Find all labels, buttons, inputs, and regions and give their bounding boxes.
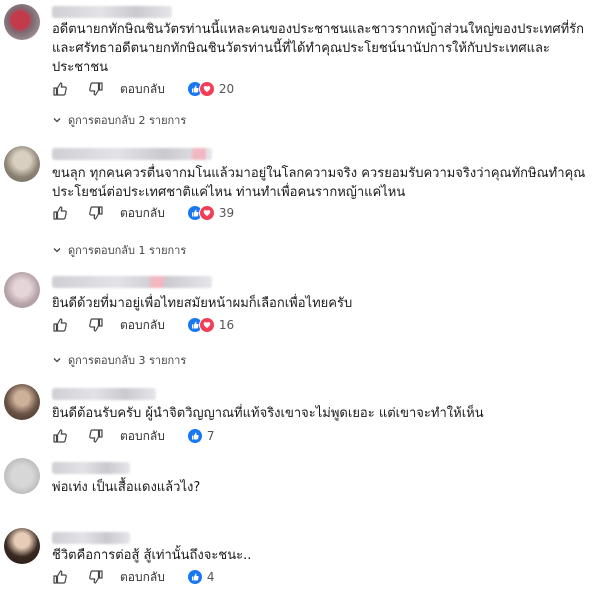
comment-text-line: และศรัทธาอดีตนายกทักษิณชินวัตรท่านนี้ที่…: [52, 41, 550, 56]
thumb-down-icon: [89, 318, 103, 332]
comment-text: พ่อเท่ง เป็นเสื้อแดงแล้วไง?: [52, 478, 592, 497]
reaction-summary[interactable]: 7: [186, 428, 215, 444]
love-reaction-icon: [198, 81, 215, 97]
thumb-up-icon: [53, 318, 67, 332]
avatar[interactable]: [4, 272, 40, 308]
comment-actions: ตอบกลับ 16: [50, 316, 234, 334]
reply-button[interactable]: ตอบกลับ: [120, 80, 165, 99]
comment-text-line: พ่อเท่ง เป็นเสื้อแดงแล้วไง?: [52, 480, 201, 495]
reaction-count: 16: [218, 318, 235, 332]
view-replies-link[interactable]: ดูการตอบกลับ 1 รายการ: [52, 242, 186, 258]
comment-actions: ตอบกลับ 39: [50, 204, 234, 222]
view-replies-label: ดูการตอบกลับ 3 รายการ: [68, 354, 187, 367]
comment-text-line: ขนลุก ทุกคนควรตื่นจากมโนแล้วมาอยู่ในโลกค…: [52, 166, 586, 181]
comment-text: ขนลุก ทุกคนควรตื่นจากมโนแล้วมาอยู่ในโลกค…: [52, 164, 592, 202]
thumb-up-icon: [53, 429, 67, 443]
thumb-down-icon: [89, 429, 103, 443]
view-replies-link[interactable]: ดูการตอบกลับ 2 รายการ: [52, 112, 186, 128]
author-name-blurred[interactable]: [52, 388, 156, 400]
like-button[interactable]: [50, 204, 70, 222]
comment-text: ชีวิตคือการต่อสู้ สู้เท่านั้นถึงจะชนะ..: [52, 546, 592, 565]
dislike-button[interactable]: [86, 80, 106, 98]
reaction-count: 39: [218, 206, 235, 220]
author-name-blurred[interactable]: [52, 276, 212, 288]
comment-text-line: ยินดีด้วยที่มาอยู่เพื่อไทยสมัยหน้าผมก็เล…: [52, 296, 353, 311]
thumb-down-icon: [89, 570, 103, 584]
dislike-button[interactable]: [86, 316, 106, 334]
reply-button[interactable]: ตอบกลับ: [120, 316, 165, 335]
chevron-down-icon: [53, 118, 61, 123]
thumb-up-icon: [53, 82, 67, 96]
chevron-down-icon: [53, 358, 61, 363]
comment-text: ยินดีต้อนรับครับ ผู้นำจิตวิญญาณที่แท้จริ…: [52, 404, 592, 423]
reaction-summary[interactable]: 20: [186, 81, 235, 97]
reaction-summary[interactable]: 16: [186, 317, 235, 333]
avatar[interactable]: [4, 4, 40, 40]
love-reaction-icon: [198, 205, 215, 221]
comment-text-line: ชีวิตคือการต่อสู้ สู้เท่านั้นถึงจะชนะ..: [52, 548, 252, 563]
view-replies-link[interactable]: ดูการตอบกลับ 3 รายการ: [52, 352, 186, 368]
comment-text: อดีตนายกทักษิณชินวัตรท่านนี้แหละคนของประ…: [52, 20, 592, 77]
author-name-blurred[interactable]: [52, 532, 130, 544]
comment-text-line: ประโยชน์ต่อประเทศชาติแค่ไหน ท่านทำเพื่อค…: [52, 185, 406, 200]
reply-button[interactable]: ตอบกลับ: [120, 427, 165, 446]
reaction-summary[interactable]: 39: [186, 205, 235, 221]
reaction-count: 4: [206, 570, 215, 584]
like-button[interactable]: [50, 568, 70, 586]
like-reaction-icon: [186, 428, 203, 444]
author-name-blurred[interactable]: [52, 148, 212, 160]
dislike-button[interactable]: [86, 427, 106, 445]
dislike-button[interactable]: [86, 204, 106, 222]
comment-text-line: ประชาชน: [52, 60, 109, 75]
thumb-up-icon: [53, 206, 67, 220]
thumb-down-icon: [89, 206, 103, 220]
love-reaction-icon: [198, 317, 215, 333]
like-button[interactable]: [50, 80, 70, 98]
reaction-count: 20: [218, 82, 235, 96]
author-name-blurred[interactable]: [52, 462, 130, 474]
reaction-summary[interactable]: 4: [186, 569, 215, 585]
avatar[interactable]: [4, 146, 40, 182]
avatar[interactable]: [4, 458, 40, 494]
thumb-down-icon: [89, 82, 103, 96]
like-button[interactable]: [50, 427, 70, 445]
avatar[interactable]: [4, 384, 40, 420]
reaction-count: 7: [206, 429, 215, 443]
comment-text: ยินดีด้วยที่มาอยู่เพื่อไทยสมัยหน้าผมก็เล…: [52, 294, 592, 313]
comment-actions: ตอบกลับ 20: [50, 80, 234, 98]
chevron-down-icon: [53, 248, 61, 253]
author-name-blurred[interactable]: [52, 6, 172, 18]
reply-button[interactable]: ตอบกลับ: [120, 204, 165, 223]
comment-text-line: ยินดีต้อนรับครับ ผู้นำจิตวิญญาณที่แท้จริ…: [52, 406, 484, 421]
reply-button[interactable]: ตอบกลับ: [120, 568, 165, 587]
dislike-button[interactable]: [86, 568, 106, 586]
avatar[interactable]: [4, 528, 40, 564]
thumb-up-icon: [53, 570, 67, 584]
comment-actions: ตอบกลับ 7: [50, 427, 215, 445]
like-button[interactable]: [50, 316, 70, 334]
view-replies-label: ดูการตอบกลับ 2 รายการ: [68, 114, 187, 127]
comment-actions: ตอบกลับ 4: [50, 568, 215, 586]
like-reaction-icon: [186, 569, 203, 585]
view-replies-label: ดูการตอบกลับ 1 รายการ: [68, 244, 187, 257]
comment-text-line: อดีตนายกทักษิณชินวัตรท่านนี้แหละคนของประ…: [52, 22, 584, 37]
